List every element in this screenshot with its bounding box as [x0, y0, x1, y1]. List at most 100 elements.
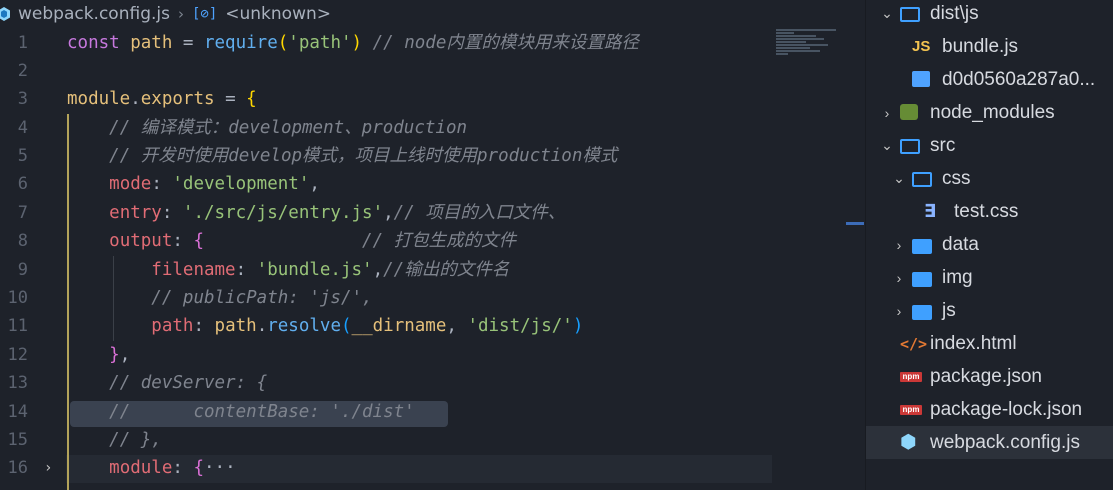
code-token: ,	[383, 202, 394, 223]
chevron-right-icon[interactable]: ›	[880, 105, 894, 121]
code-token: // 项目的入口文件、	[393, 202, 566, 223]
code-token: exports	[140, 89, 215, 110]
code-editor[interactable]: webpack.config.js › [⊘] <unknown> 1 const…	[0, 0, 866, 490]
tree-item[interactable]: </> index.html	[866, 327, 1113, 360]
code-text: output: { // 打包生成的文件	[67, 227, 516, 255]
tree-item[interactable]: › node_modules	[866, 96, 1113, 129]
code-token: __dirname	[351, 316, 447, 337]
code-line[interactable]: 2	[0, 57, 866, 85]
folder-icon	[912, 302, 932, 320]
chevron-right-icon[interactable]: ›	[892, 270, 906, 286]
code-token: entry	[109, 202, 162, 223]
code-token: // 打包生成的文件	[362, 231, 517, 252]
tree-item[interactable]: › data	[866, 228, 1113, 261]
tree-item[interactable]: ∃ test.css	[866, 195, 1113, 228]
code-line[interactable]: 13 // devServer: {	[0, 369, 866, 397]
code-token: // publicPath: 'js/',	[151, 288, 373, 309]
tree-item[interactable]: › js	[866, 294, 1113, 327]
file-explorer[interactable]: ⌄ dist\js JS bundle.js d0d0560a287a0... › node…	[866, 0, 1113, 490]
chevron-down-icon[interactable]: ⌄	[892, 170, 906, 187]
code-token: module	[67, 89, 131, 110]
line-number: 7	[17, 202, 28, 223]
line-number: 4	[17, 117, 28, 138]
code-token: // 开发时使用develop模式，项目上线时使用production模式	[109, 146, 618, 167]
tree-item[interactable]: ⬢ webpack.config.js	[866, 426, 1113, 459]
line-number: 6	[17, 174, 28, 195]
code-token: module	[109, 458, 173, 479]
tree-item-label: d0d0560a287a0...	[942, 68, 1096, 90]
code-line[interactable]: 4 // 编译模式：development、production	[0, 114, 866, 142]
scrollbar-position-marker[interactable]	[846, 222, 864, 225]
tree-item[interactable]: npm package-lock.json	[866, 393, 1113, 426]
code-line[interactable]: 8 output: { // 打包生成的文件	[0, 227, 866, 255]
code-token: path	[214, 316, 257, 337]
line-number: 13	[7, 373, 28, 394]
image-file-icon	[912, 70, 932, 89]
tree-item-label: test.css	[954, 200, 1019, 222]
code-token: // 编译模式：development、production	[109, 117, 468, 138]
code-line[interactable]: 16 › module: {···	[0, 454, 866, 482]
css-file-icon: ∃	[924, 200, 937, 222]
breadcrumb-separator: ›	[177, 5, 184, 23]
code-line[interactable]: 1 const path = require('path') // node内置的…	[0, 29, 866, 57]
breadcrumb-file[interactable]: webpack.config.js	[18, 4, 170, 24]
chevron-down-icon[interactable]: ⌄	[880, 5, 894, 22]
tree-item[interactable]: ⌄ dist\js	[866, 0, 1113, 30]
tree-item[interactable]: JS bundle.js	[866, 30, 1113, 63]
tree-item[interactable]: npm package.json	[866, 360, 1113, 393]
code-line[interactable]: 11 path: path.resolve(__dirname, 'dist/j…	[0, 312, 866, 340]
code-token: // devServer: {	[109, 373, 268, 394]
code-token: 'path'	[288, 32, 352, 53]
code-area[interactable]: 1 const path = require('path') // node内置的…	[0, 29, 866, 490]
chevron-right-icon[interactable]: ›	[892, 237, 906, 253]
line-number: 8	[17, 231, 28, 252]
line-number: 11	[7, 316, 28, 337]
code-line[interactable]: 10 // publicPath: 'js/',	[0, 284, 866, 312]
code-line[interactable]: 12 },	[0, 341, 866, 369]
breadcrumb: webpack.config.js › [⊘] <unknown>	[0, 0, 866, 28]
code-token: {	[193, 231, 204, 252]
fold-chevron-icon[interactable]: ›	[44, 454, 52, 482]
tree-item[interactable]: › img	[866, 261, 1113, 294]
tree-item-label: package-lock.json	[930, 398, 1083, 420]
code-line[interactable]: 3 module.exports = {	[0, 85, 866, 113]
webpack-icon	[0, 7, 10, 21]
code-line[interactable]: 6 mode: 'development',	[0, 170, 866, 198]
tree-item[interactable]: d0d0560a287a0...	[866, 63, 1113, 96]
code-line[interactable]: 9 filename: 'bundle.js',//输出的文件名	[0, 256, 866, 284]
breadcrumb-symbol[interactable]: <unknown>	[225, 4, 331, 24]
code-token: const	[67, 32, 131, 53]
chevron-right-icon[interactable]: ›	[892, 303, 906, 319]
tree-item[interactable]: ⌄ src	[866, 129, 1113, 162]
code-token: (	[277, 32, 289, 53]
code-token: :	[172, 231, 194, 252]
code-line[interactable]: 7 entry: './src/js/entry.js',// 项目的入口文件、	[0, 199, 866, 227]
minimap[interactable]	[776, 28, 846, 68]
tree-item[interactable]: ⌄ css	[866, 162, 1113, 195]
code-text: module.exports = {	[67, 85, 257, 113]
code-line[interactable]: 14 // contentBase: './dist'	[0, 398, 866, 426]
tree-item-label: js	[942, 299, 956, 321]
code-token: =	[214, 89, 247, 110]
folder-open-icon	[900, 5, 920, 23]
code-line[interactable]: 15 // },	[0, 426, 866, 454]
code-token: }	[109, 344, 120, 365]
code-token: mode	[109, 174, 152, 195]
code-text: // },	[67, 426, 162, 454]
code-token: ,	[309, 174, 320, 195]
chevron-down-icon[interactable]: ⌄	[880, 137, 894, 154]
line-number: 1	[17, 32, 28, 53]
line-number: 10	[7, 288, 28, 309]
webpack-file-icon: ⬢	[900, 431, 917, 453]
code-token: {	[246, 89, 257, 110]
code-token: filename	[151, 259, 236, 280]
tree-item-label: css	[942, 167, 971, 189]
code-line[interactable]: 5 // 开发时使用develop模式，项目上线时使用production模式	[0, 142, 866, 170]
code-token: ,	[372, 259, 384, 280]
symbol-icon: [⊘]	[191, 6, 218, 22]
